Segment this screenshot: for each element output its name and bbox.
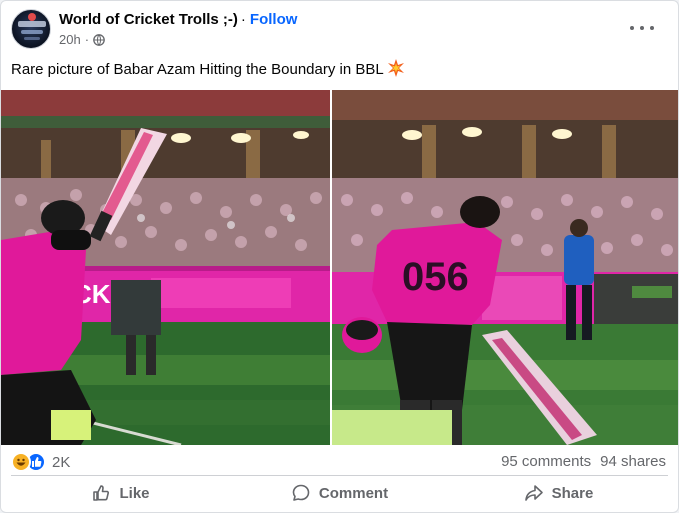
reaction-icons: [11, 452, 46, 472]
like-button[interactable]: Like: [11, 477, 230, 509]
media-panel-right: 056: [332, 90, 678, 445]
post-caption: Rare picture of Babar Azam Hitting the B…: [11, 59, 405, 83]
post-header: World of Cricket Trolls ;-) · Follow 20h ·: [11, 9, 668, 53]
ellipsis-icon[interactable]: [630, 21, 654, 35]
thumbs-up-icon: [91, 483, 111, 503]
comment-count[interactable]: 95 comments: [501, 453, 591, 470]
post-meta: 20h ·: [59, 32, 105, 47]
share-icon: [524, 483, 544, 503]
follow-button[interactable]: Follow: [250, 11, 298, 28]
jersey-number: 056: [402, 255, 469, 299]
meta-separator: ·: [84, 32, 90, 47]
actions-divider: [11, 475, 668, 476]
media-panel-left: CK: [1, 90, 330, 445]
haha-icon: [11, 452, 31, 472]
comment-button[interactable]: Comment: [230, 477, 449, 509]
page-name[interactable]: World of Cricket Trolls ;-): [59, 11, 238, 28]
page-name-line: World of Cricket Trolls ;-) · Follow: [59, 11, 297, 28]
facebook-post: World of Cricket Trolls ;-) · Follow 20h ·…: [0, 0, 679, 513]
share-button[interactable]: Share: [449, 477, 668, 509]
post-actions: Like Comment Share: [11, 477, 668, 509]
share-label: Share: [551, 484, 594, 502]
page-avatar[interactable]: [11, 9, 51, 49]
globe-icon[interactable]: [93, 33, 105, 46]
engagement-stats: 95 comments 94 shares: [501, 453, 666, 470]
comment-icon: [291, 483, 311, 503]
collision-emoji-icon: [387, 59, 405, 83]
post-timestamp[interactable]: 20h: [59, 32, 81, 47]
name-separator: ·: [240, 11, 246, 28]
like-label: Like: [119, 484, 150, 502]
reaction-summary[interactable]: 2K: [11, 451, 70, 473]
comment-label: Comment: [318, 484, 389, 502]
reaction-count[interactable]: 2K: [52, 454, 70, 471]
post-media[interactable]: CK 056: [1, 90, 678, 445]
caption-text: Rare picture of Babar Azam Hitting the B…: [11, 61, 384, 78]
share-count[interactable]: 94 shares: [600, 453, 666, 470]
